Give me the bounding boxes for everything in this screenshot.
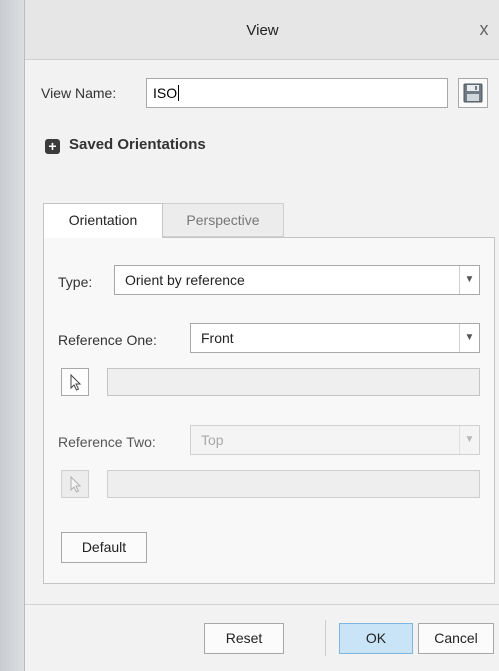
cancel-button[interactable]: Cancel [418,623,494,654]
footer-separator [325,620,326,656]
reference-two-dropdown[interactable]: Top ▼ [190,425,480,455]
chevron-down-icon: ▼ [459,324,479,352]
background-window [0,0,24,671]
reference-one-dropdown[interactable]: Front ▼ [190,323,480,353]
chevron-down-icon: ▼ [459,266,479,294]
cursor-arrow-icon [70,373,82,391]
reference-two-label: Reference Two: [58,434,156,450]
tab-perspective[interactable]: Perspective [163,203,284,237]
reference-two-selection-field[interactable] [107,470,480,498]
reset-button[interactable]: Reset [204,623,284,654]
view-name-value: ISO [153,85,178,101]
ok-button[interactable]: OK [339,623,413,654]
save-view-button[interactable] [458,78,488,108]
view-name-label: View Name: [41,85,117,101]
reference-one-label: Reference One: [58,332,157,348]
reference-one-selection-field[interactable] [107,368,480,396]
chevron-down-icon: ▼ [459,426,479,454]
type-selected-value: Orient by reference [125,272,245,288]
default-button[interactable]: Default [61,532,147,563]
saved-orientations-expand-icon[interactable]: + [45,139,60,154]
text-caret [178,85,180,102]
type-dropdown[interactable]: Orient by reference ▼ [114,265,480,295]
saved-orientations-header[interactable]: Saved Orientations [69,136,206,153]
reference-one-pick-button[interactable] [61,368,89,396]
cursor-arrow-icon [70,475,82,493]
reference-two-pick-button[interactable] [61,470,89,498]
view-dialog: View x View Name: ISO + Saved Orientatio… [24,0,499,671]
type-label: Type: [58,274,93,290]
reference-one-value: Front [201,330,234,346]
save-icon [463,83,483,103]
tab-orientation[interactable]: Orientation [43,203,163,238]
title-bar[interactable]: View x [25,0,499,60]
reference-two-value: Top [201,432,224,448]
close-icon: x [479,19,489,39]
dialog-title: View [246,22,279,39]
view-name-input[interactable]: ISO [146,78,448,108]
close-button[interactable]: x [474,18,494,40]
orientation-panel: Type: Orient by reference ▼ Reference On… [43,237,495,584]
footer-divider [25,604,499,605]
